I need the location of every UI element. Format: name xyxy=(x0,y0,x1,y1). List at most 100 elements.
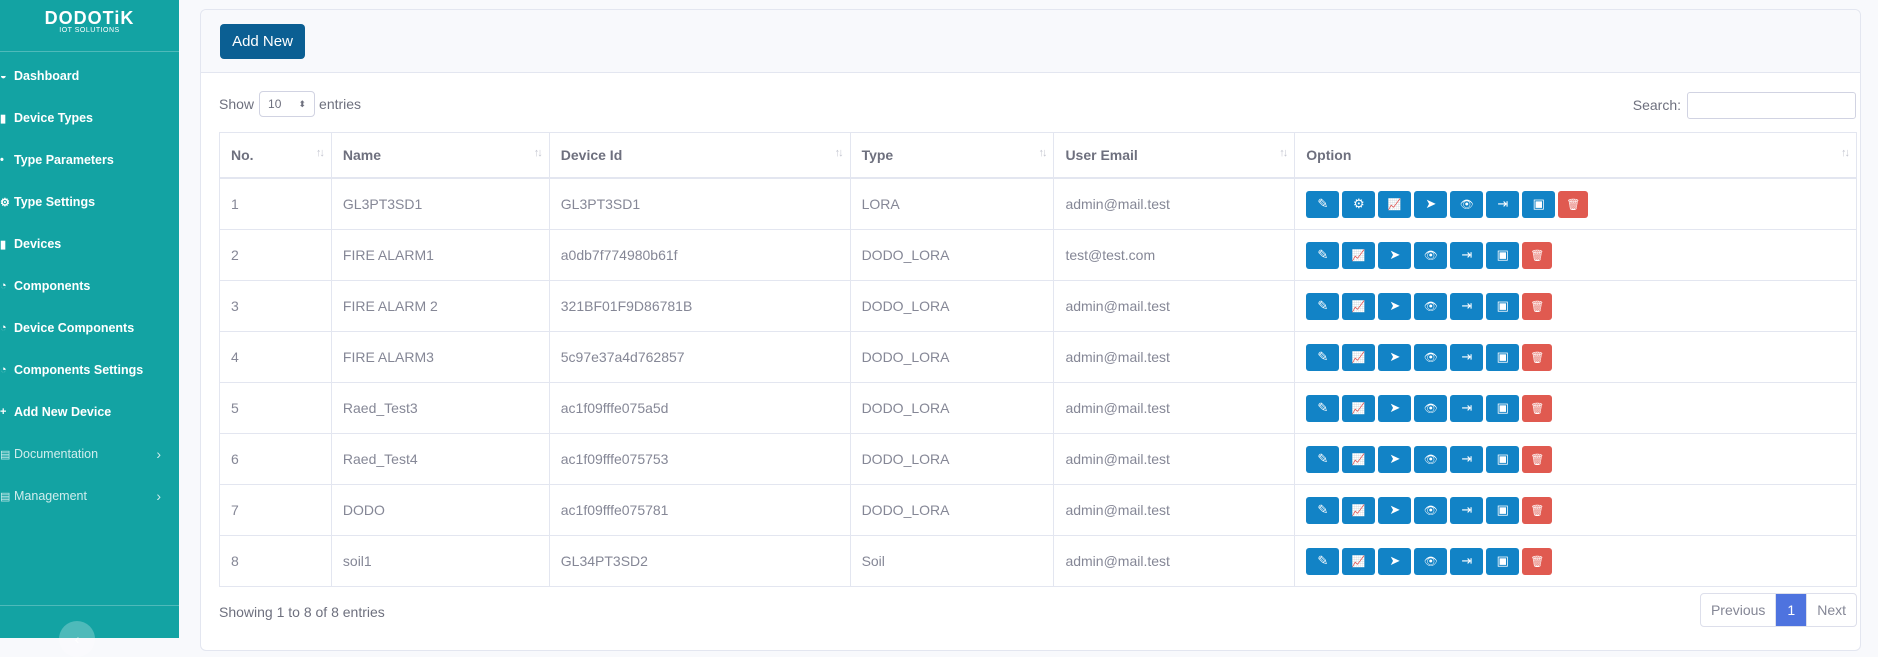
locate-icon: ➤ xyxy=(1389,298,1401,313)
view-button[interactable]: 👁 xyxy=(1414,547,1448,575)
cell-type: DODO_LORA xyxy=(849,433,1055,485)
images-button[interactable]: ▣ xyxy=(1486,445,1520,473)
sidebar-item-add-new-device[interactable]: + Add New Device xyxy=(0,392,179,432)
column-header-option[interactable]: Option ↑↓ xyxy=(1294,132,1857,179)
sidebar-item-dashboard[interactable]: ◒ Dashboard xyxy=(0,56,179,96)
sidebar-item-documentation[interactable]: ▤ Documentation › xyxy=(0,434,179,474)
delete-button[interactable]: 🗑 xyxy=(1522,445,1553,473)
chart-button[interactable]: 📈 xyxy=(1342,292,1376,320)
delete-button[interactable]: 🗑 xyxy=(1522,547,1553,575)
search-input[interactable] xyxy=(1687,91,1856,119)
cell-device-id: a0db7f774980b61f xyxy=(548,229,851,281)
column-header-type[interactable]: Type ↑↓ xyxy=(849,132,1055,179)
view-icon: 👁 xyxy=(1423,402,1438,415)
chart-button[interactable]: 📈 xyxy=(1378,190,1412,218)
page-length-select[interactable]: 10 ⬍ xyxy=(259,91,316,117)
chart-button[interactable]: 📈 xyxy=(1342,496,1376,524)
export-button[interactable]: ⇥ xyxy=(1450,394,1484,422)
images-button[interactable]: ▣ xyxy=(1486,292,1520,320)
locate-button[interactable]: ➤ xyxy=(1378,547,1412,575)
export-button[interactable]: ⇥ xyxy=(1450,496,1484,524)
delete-button[interactable]: 🗑 xyxy=(1522,292,1553,320)
view-button[interactable]: 👁 xyxy=(1450,190,1484,218)
delete-button[interactable]: 🗑 xyxy=(1522,496,1553,524)
images-button[interactable]: ▣ xyxy=(1486,343,1520,371)
next-page-button[interactable]: Next xyxy=(1806,594,1856,626)
chart-button[interactable]: 📈 xyxy=(1342,343,1376,371)
sidebar-item-type-parameters[interactable]: • Type Parameters xyxy=(0,140,179,180)
edit-button[interactable]: ✎ xyxy=(1306,292,1340,320)
locate-button[interactable]: ➤ xyxy=(1378,292,1412,320)
export-button[interactable]: ⇥ xyxy=(1486,190,1520,218)
locate-button[interactable]: ➤ xyxy=(1378,343,1412,371)
delete-button[interactable]: 🗑 xyxy=(1522,394,1553,422)
delete-button[interactable]: 🗑 xyxy=(1558,190,1589,218)
column-header-user-email[interactable]: User Email ↑↓ xyxy=(1053,132,1296,179)
export-button[interactable]: ⇥ xyxy=(1450,292,1484,320)
cell-device-id: ac1f09fffe075781 xyxy=(548,484,851,536)
cell-device-id: GL34PT3SD2 xyxy=(548,535,851,587)
edit-button[interactable]: ✎ xyxy=(1306,343,1340,371)
header-label: User Email xyxy=(1065,147,1138,163)
sidebar-item-device-components[interactable]: ◔ Device Components xyxy=(0,308,179,348)
sidebar-item-device-types[interactable]: ▮ Device Types xyxy=(0,98,179,138)
locate-icon: ➤ xyxy=(1389,502,1401,517)
locate-button[interactable]: ➤ xyxy=(1414,190,1448,218)
sidebar-item-label: Add New Device xyxy=(14,405,112,419)
edit-button[interactable]: ✎ xyxy=(1306,241,1340,269)
brand-logo[interactable]: DODOTiK IOT SOLUTIONS xyxy=(0,0,179,50)
edit-button[interactable]: ✎ xyxy=(1306,445,1340,473)
edit-button[interactable]: ✎ xyxy=(1306,547,1340,575)
sidebar-toggle-button[interactable]: ‹ xyxy=(59,621,95,657)
images-button[interactable]: ▣ xyxy=(1486,547,1520,575)
locate-button[interactable]: ➤ xyxy=(1378,496,1412,524)
export-button[interactable]: ⇥ xyxy=(1450,445,1484,473)
view-button[interactable]: 👁 xyxy=(1414,496,1448,524)
settings-button[interactable]: ⚙ xyxy=(1342,190,1376,218)
export-button[interactable]: ⇥ xyxy=(1450,547,1484,575)
cell-no: 6 xyxy=(219,433,332,485)
export-icon: ⇥ xyxy=(1461,502,1473,517)
column-header-name[interactable]: Name ↑↓ xyxy=(330,132,550,179)
edit-button[interactable]: ✎ xyxy=(1306,496,1340,524)
view-button[interactable]: 👁 xyxy=(1414,241,1448,269)
edit-button[interactable]: ✎ xyxy=(1306,190,1340,218)
chart-button[interactable]: 📈 xyxy=(1342,241,1376,269)
table-row: 8 soil1 GL34PT3SD2 Soil admin@mail.test ✎ 📈 ➤ 👁 ⇥… xyxy=(219,535,1857,587)
entries-label: entries xyxy=(319,96,362,112)
delete-button[interactable]: 🗑 xyxy=(1522,343,1553,371)
cell-user-email: admin@mail.test xyxy=(1053,484,1296,536)
locate-button[interactable]: ➤ xyxy=(1378,445,1412,473)
images-button[interactable]: ▣ xyxy=(1486,241,1520,269)
sidebar-item-management[interactable]: ▤ Management › xyxy=(0,476,179,516)
chart-button[interactable]: 📈 xyxy=(1342,547,1376,575)
chart-button[interactable]: 📈 xyxy=(1342,445,1376,473)
view-button[interactable]: 👁 xyxy=(1414,394,1448,422)
images-button[interactable]: ▣ xyxy=(1522,190,1556,218)
locate-button[interactable]: ➤ xyxy=(1378,394,1412,422)
sidebar-item-devices[interactable]: ▮ Devices xyxy=(0,224,179,264)
delete-button[interactable]: 🗑 xyxy=(1522,241,1553,269)
view-button[interactable]: 👁 xyxy=(1414,292,1448,320)
sidebar-item-components[interactable]: ◔ Components xyxy=(0,266,179,306)
images-button[interactable]: ▣ xyxy=(1486,394,1520,422)
locate-button[interactable]: ➤ xyxy=(1378,241,1412,269)
export-button[interactable]: ⇥ xyxy=(1450,241,1484,269)
view-button[interactable]: 👁 xyxy=(1414,445,1448,473)
view-icon: 👁 xyxy=(1423,555,1438,568)
add-new-button[interactable]: Add New xyxy=(220,24,305,59)
chart-button[interactable]: 📈 xyxy=(1342,394,1376,422)
sidebar-item-components-settings[interactable]: ◔ Components Settings xyxy=(0,350,179,390)
edit-button[interactable]: ✎ xyxy=(1306,394,1340,422)
locate-icon: ➤ xyxy=(1425,196,1437,211)
page-1-button[interactable]: 1 xyxy=(1776,594,1807,626)
column-header-device-id[interactable]: Device Id ↑↓ xyxy=(548,132,851,179)
view-button[interactable]: 👁 xyxy=(1414,343,1448,371)
column-header-no[interactable]: No. ↑↓ xyxy=(219,132,332,179)
export-button[interactable]: ⇥ xyxy=(1450,343,1484,371)
previous-page-button[interactable]: Previous xyxy=(1701,594,1777,626)
sidebar-item-type-settings[interactable]: ⚙ Type Settings xyxy=(0,182,179,222)
images-button[interactable]: ▣ xyxy=(1486,496,1520,524)
sidebar-item-label: Documentation xyxy=(14,447,99,461)
option-buttons: ✎ 📈 ➤ 👁 ⇥ ▣ 🗑 xyxy=(1306,547,1845,575)
